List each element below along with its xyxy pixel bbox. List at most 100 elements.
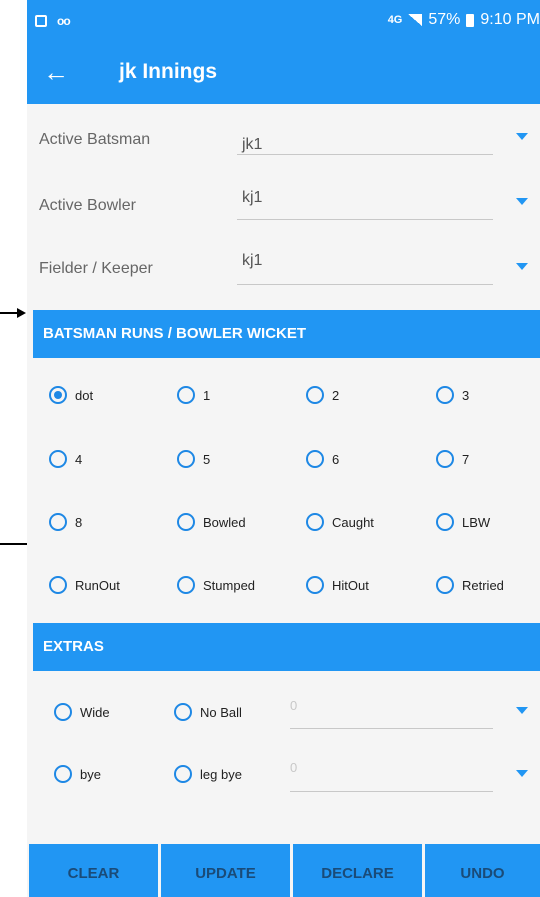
radio-label: 6 [332, 451, 340, 467]
active-batsman-underline [237, 154, 493, 155]
radio-2[interactable]: 2 [306, 386, 339, 404]
undo-button[interactable]: UNDO [425, 844, 540, 897]
radio-icon [54, 703, 72, 721]
gallery-notification-icon [35, 15, 47, 27]
radio-1[interactable]: 1 [177, 386, 210, 404]
fielder-keeper-label: Fielder / Keeper [39, 260, 153, 277]
wide-noball-dropdown-icon[interactable] [516, 707, 528, 714]
radio-label: 1 [203, 387, 211, 403]
radio-label: 3 [462, 387, 470, 403]
fielder-keeper-value[interactable]: kj1 [242, 252, 262, 270]
active-batsman-value[interactable]: jk1 [242, 136, 262, 154]
bye-dropdown-icon[interactable] [516, 770, 528, 777]
app-screen: oo 4G 57% 9:10 PM ← jk Innings Active Ba… [27, 0, 540, 897]
active-batsman-label: Active Batsman [39, 131, 151, 148]
radio-label: leg bye [200, 766, 242, 782]
radio-icon [436, 576, 454, 594]
signal-icon [408, 14, 423, 26]
active-bowler-underline [237, 219, 493, 220]
radio-icon [177, 513, 195, 531]
radio-leg-bye[interactable]: leg bye [174, 765, 242, 783]
radio-caught[interactable]: Caught [306, 513, 374, 531]
active-bowler-dropdown-icon[interactable] [516, 198, 528, 205]
radio-stumped[interactable]: Stumped [177, 576, 255, 594]
radio-icon [54, 765, 72, 783]
radio-icon [177, 450, 195, 468]
radio-icon [174, 703, 192, 721]
radio-icon [306, 576, 324, 594]
radio-icon [49, 513, 67, 531]
radio-icon [49, 576, 67, 594]
annotation-arrow-line [0, 312, 18, 314]
radio-icon [49, 450, 67, 468]
batsman-runs-header: BATSMAN RUNS / BOWLER WICKET [33, 310, 540, 358]
page-title: jk Innings [119, 60, 218, 83]
app-bar: ← jk Innings [27, 44, 540, 104]
battery-percent: 57% [428, 11, 461, 28]
radio-icon [306, 450, 324, 468]
radio-wide[interactable]: Wide [54, 703, 110, 721]
radio-icon [306, 386, 324, 404]
radio-dot[interactable]: dot [49, 386, 93, 404]
radio-bowled[interactable]: Bowled [177, 513, 246, 531]
annotation-arrow-head [17, 308, 26, 318]
radio-icon [177, 576, 195, 594]
status-bar: oo 4G 57% 9:10 PM [27, 0, 540, 44]
declare-button[interactable]: DECLARE [293, 844, 422, 897]
radio-retried[interactable]: Retried [436, 576, 504, 594]
radio-label: Caught [332, 514, 374, 530]
radio-no-ball[interactable]: No Ball [174, 703, 242, 721]
battery-icon [466, 13, 475, 27]
radio-hitout[interactable]: HitOut [306, 576, 369, 594]
radio-7[interactable]: 7 [436, 450, 469, 468]
fielder-keeper-underline [237, 284, 493, 285]
bye-runs-input[interactable]: 0 [290, 760, 297, 775]
radio-label: Wide [80, 704, 110, 720]
annotation-line-bottom [0, 543, 27, 545]
radio-3[interactable]: 3 [436, 386, 469, 404]
radio-label: 2 [332, 387, 340, 403]
back-arrow-icon[interactable]: ← [43, 56, 69, 88]
radio-label: Stumped [203, 577, 256, 593]
wide-noball-underline [290, 728, 493, 729]
wide-noball-runs-input[interactable]: 0 [290, 698, 297, 713]
radio-checked-icon [49, 386, 67, 404]
radio-icon [436, 386, 454, 404]
fielder-keeper-dropdown-icon[interactable] [516, 263, 528, 270]
radio-label: 8 [75, 514, 83, 530]
radio-label: Retried [462, 577, 504, 593]
radio-label: 7 [462, 451, 470, 467]
active-bowler-label: Active Bowler [39, 197, 136, 214]
radio-label: 5 [203, 451, 211, 467]
radio-6[interactable]: 6 [306, 450, 339, 468]
radio-icon [174, 765, 192, 783]
radio-icon [177, 386, 195, 404]
radio-icon [306, 513, 324, 531]
radio-5[interactable]: 5 [177, 450, 210, 468]
radio-label: HitOut [332, 577, 369, 593]
radio-runout[interactable]: RunOut [49, 576, 120, 594]
radio-bye[interactable]: bye [54, 765, 101, 783]
radio-icon [436, 513, 454, 531]
radio-lbw[interactable]: LBW [436, 513, 490, 531]
voicemail-icon: oo [57, 14, 71, 28]
radio-label: bye [80, 766, 101, 782]
radio-label: No Ball [200, 704, 242, 720]
action-bar: CLEAR UPDATE DECLARE UNDO [27, 844, 540, 897]
radio-label: dot [75, 387, 94, 403]
extras-header: EXTRAS [33, 623, 540, 671]
update-button[interactable]: UPDATE [161, 844, 290, 897]
radio-label: LBW [462, 514, 491, 530]
radio-label: 4 [75, 451, 83, 467]
radio-icon [436, 450, 454, 468]
active-bowler-value[interactable]: kj1 [242, 189, 262, 207]
network-type: 4G [387, 14, 403, 26]
bye-underline [290, 791, 493, 792]
radio-label: RunOut [75, 577, 120, 593]
clock: 9:10 PM [480, 11, 540, 28]
clear-button[interactable]: CLEAR [29, 844, 158, 897]
radio-4[interactable]: 4 [49, 450, 82, 468]
radio-8[interactable]: 8 [49, 513, 82, 531]
radio-label: Bowled [203, 514, 246, 530]
active-batsman-dropdown-icon[interactable] [516, 133, 528, 140]
